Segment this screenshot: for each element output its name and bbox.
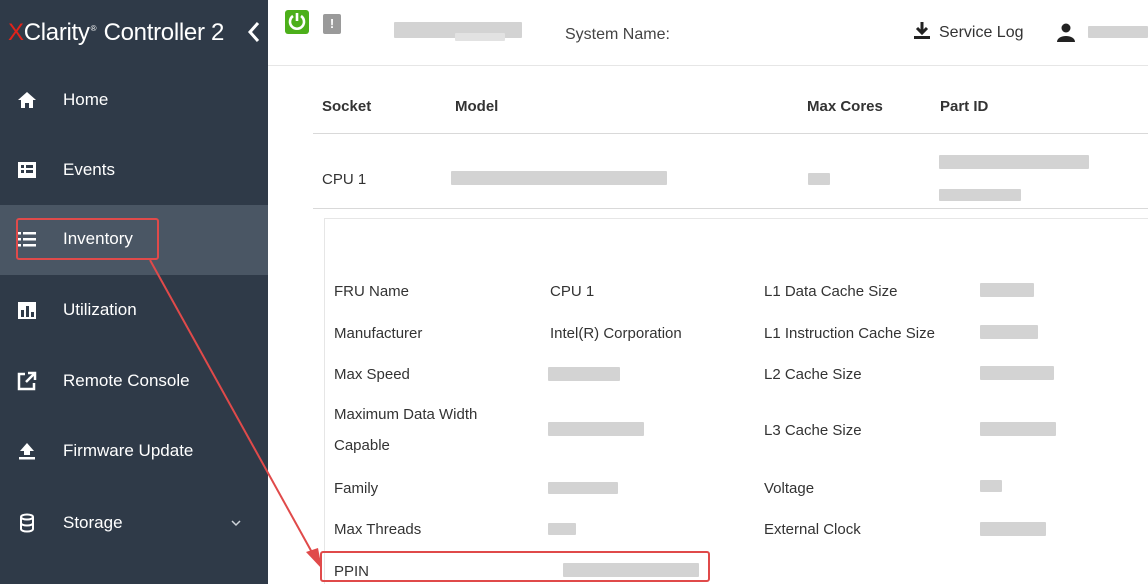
redacted-max-speed [548,367,620,381]
column-header-socket: Socket [322,98,372,115]
redacted-part-id [939,189,1021,201]
chevron-down-icon[interactable] [230,517,242,529]
external-link-icon [17,371,37,391]
upload-icon [19,443,35,460]
sidebar-item-utilization[interactable]: Utilization [0,276,268,346]
sidebar-item-label: Home [63,90,109,109]
redacted-family [548,482,618,494]
label-max-data-width: Maximum Data Width [334,406,478,423]
cell-socket: CPU 1 [322,171,367,188]
brand-logo: XClarity® Controller 2 [0,0,268,66]
sidebar-item-storage[interactable]: Storage [0,489,268,559]
events-icon [18,162,36,178]
home-icon [18,92,36,108]
sidebar-item-label: Storage [63,513,123,532]
chevron-left-icon[interactable] [245,20,263,44]
redacted-l2-cache [980,366,1054,380]
inventory-highlight-box [16,218,159,260]
label-l2-cache: L2 Cache Size [764,366,862,383]
column-header-part-id: Part ID [940,98,989,115]
ppin-highlight-box [320,551,710,582]
power-button[interactable] [285,10,309,34]
label-l1-data-cache: L1 Data Cache Size [764,283,898,300]
label-max-threads: Max Threads [334,521,422,538]
sidebar-item-label: Remote Console [63,371,190,390]
sidebar-item-events[interactable]: Events [0,136,268,206]
chart-icon [18,302,36,319]
column-header-model: Model [455,98,499,115]
label-manufacturer: Manufacturer [334,325,423,342]
system-name-label: System Name: [565,26,670,43]
sidebar: XClarity® Controller 2 Home Events Inven… [0,0,268,584]
redacted-max-cores [808,173,830,185]
brand-clarity: Clarity [23,19,90,46]
redacted-l1-data-cache [980,283,1034,297]
power-icon [288,13,306,30]
label-max-speed: Max Speed [334,366,410,383]
label-l3-cache: L3 Cache Size [764,422,862,439]
user-icon[interactable] [1056,22,1076,42]
label-max-data-width-capable: Capable [334,437,390,454]
sidebar-item-label: Events [63,160,115,179]
exclamation-icon[interactable]: ! [323,14,341,34]
redacted-max-threads [548,523,576,535]
redacted-l1-instruction-cache [980,325,1038,339]
brand-trademark: ® [90,24,97,33]
download-icon[interactable] [913,21,931,41]
brand-x: X [8,19,24,46]
database-icon [20,513,34,533]
brand-product: Controller 2 [97,19,225,46]
redacted-external-clock [980,522,1046,536]
service-log-link[interactable]: Service Log [939,24,1024,42]
column-header-max-cores: Max Cores [807,98,883,115]
sidebar-item-home[interactable]: Home [0,66,268,136]
redacted-max-data-width [548,422,644,436]
sidebar-item-label: Firmware Update [63,441,194,460]
label-l1-instruction-cache: L1 Instruction Cache Size [764,325,935,342]
value-fru-name: CPU 1 [550,283,595,300]
redacted-voltage [980,480,1002,492]
top-header: ! System Name: Service Log [268,0,1148,66]
redacted-system-id [455,33,505,41]
redacted-part-id [939,155,1089,169]
sidebar-item-firmware-update[interactable]: Firmware Update [0,417,268,487]
table-divider [313,133,1148,134]
redacted-model [451,171,667,185]
label-voltage: Voltage [764,480,815,497]
sidebar-item-label: Utilization [63,300,137,319]
label-external-clock: External Clock [764,521,861,538]
table-divider [313,208,1148,209]
label-fru-name: FRU Name [334,283,410,300]
redacted-l3-cache [980,422,1056,436]
label-family: Family [334,480,379,497]
value-manufacturer: Intel(R) Corporation [550,325,682,342]
sidebar-item-remote-console[interactable]: Remote Console [0,347,268,417]
redacted-username [1088,26,1148,38]
